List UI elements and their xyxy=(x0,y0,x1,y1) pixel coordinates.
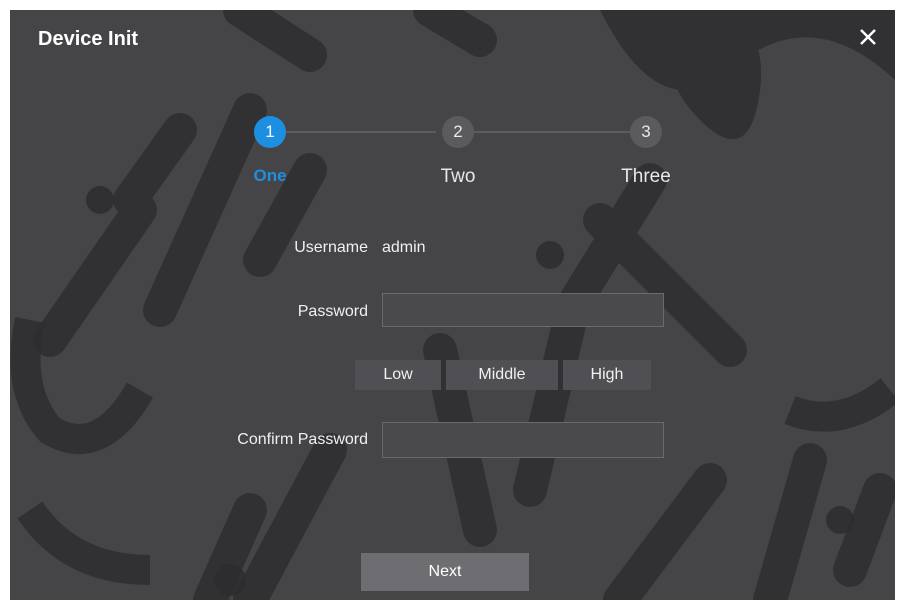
close-button[interactable] xyxy=(853,22,883,52)
username-label: Username xyxy=(294,239,368,256)
dialog-title: Device Init xyxy=(38,28,139,50)
password-input[interactable] xyxy=(382,293,664,327)
strength-middle: Middle xyxy=(446,360,558,390)
step-1-label: One xyxy=(253,166,287,185)
strength-high: High xyxy=(563,360,651,390)
step-connector xyxy=(286,131,436,133)
confirm-password-input[interactable] xyxy=(382,422,664,458)
step-2-indicator: 2 xyxy=(442,116,474,148)
password-label: Password xyxy=(297,303,368,320)
close-icon xyxy=(860,29,876,45)
strength-low: Low xyxy=(355,360,441,390)
username-value: admin xyxy=(382,239,426,256)
step-1-indicator: 1 xyxy=(254,116,286,148)
step-connector xyxy=(474,131,630,133)
device-init-dialog: Device Init 1 2 3 One Two Three Username… xyxy=(10,10,895,600)
confirm-password-label: Confirm Password xyxy=(237,431,368,448)
step-3-label: Three xyxy=(621,166,671,187)
step-2-label: Two xyxy=(440,166,476,187)
step-3-indicator: 3 xyxy=(630,116,662,148)
next-button[interactable]: Next xyxy=(361,553,529,591)
